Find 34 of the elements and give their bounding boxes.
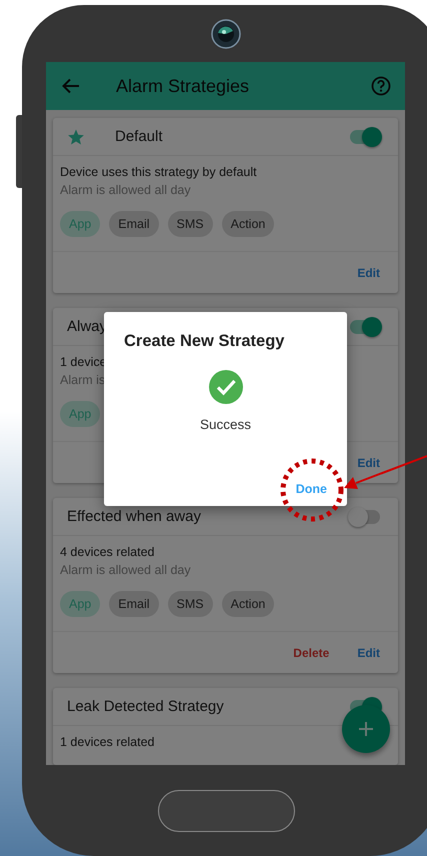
- screen-title: Alarm Strategies: [116, 76, 250, 96]
- dialog-message: Success: [200, 417, 252, 432]
- toggle-switch[interactable]: [350, 510, 380, 524]
- dialog-title: Create New Strategy: [124, 332, 284, 351]
- help-icon[interactable]: [371, 76, 391, 96]
- channel-chip[interactable]: App: [60, 591, 100, 617]
- plus-icon: [358, 721, 374, 737]
- schedule-text: Alarm is allowed all day: [60, 562, 192, 579]
- strategy-description: 1 devices related: [60, 734, 156, 751]
- channel-chip[interactable]: SMS: [168, 211, 213, 237]
- strategy-title: Effected when away: [67, 508, 202, 525]
- channel-chip[interactable]: App: [60, 211, 100, 237]
- camera-icon: [211, 18, 241, 48]
- channel-chip[interactable]: App: [60, 401, 100, 427]
- highlight-circle: [280, 458, 344, 522]
- strategy-description: Device uses this strategy by default: [60, 164, 258, 181]
- edit-button[interactable]: Edit: [357, 266, 380, 280]
- channel-chip[interactable]: SMS: [168, 591, 213, 617]
- channel-chip[interactable]: Action: [222, 211, 274, 237]
- check-circle-icon: [208, 369, 244, 405]
- schedule-text: Alarm is allowed all day: [60, 182, 192, 199]
- edit-button[interactable]: Edit: [357, 646, 380, 660]
- delete-button[interactable]: Delete: [293, 646, 330, 660]
- edit-button[interactable]: Edit: [357, 456, 380, 470]
- back-arrow-icon[interactable]: [62, 78, 80, 94]
- channel-chip[interactable]: Action: [222, 591, 274, 617]
- channel-chip[interactable]: Email: [109, 591, 159, 617]
- channel-chip[interactable]: Email: [109, 211, 159, 237]
- done-button[interactable]: Done: [296, 482, 327, 496]
- toggle-switch[interactable]: [350, 130, 380, 144]
- strategy-description: 4 devices related: [60, 544, 156, 561]
- toggle-switch[interactable]: [350, 320, 380, 334]
- strategy-title: Default: [115, 128, 164, 145]
- strategy-title: Leak Detected Strategy: [67, 698, 225, 715]
